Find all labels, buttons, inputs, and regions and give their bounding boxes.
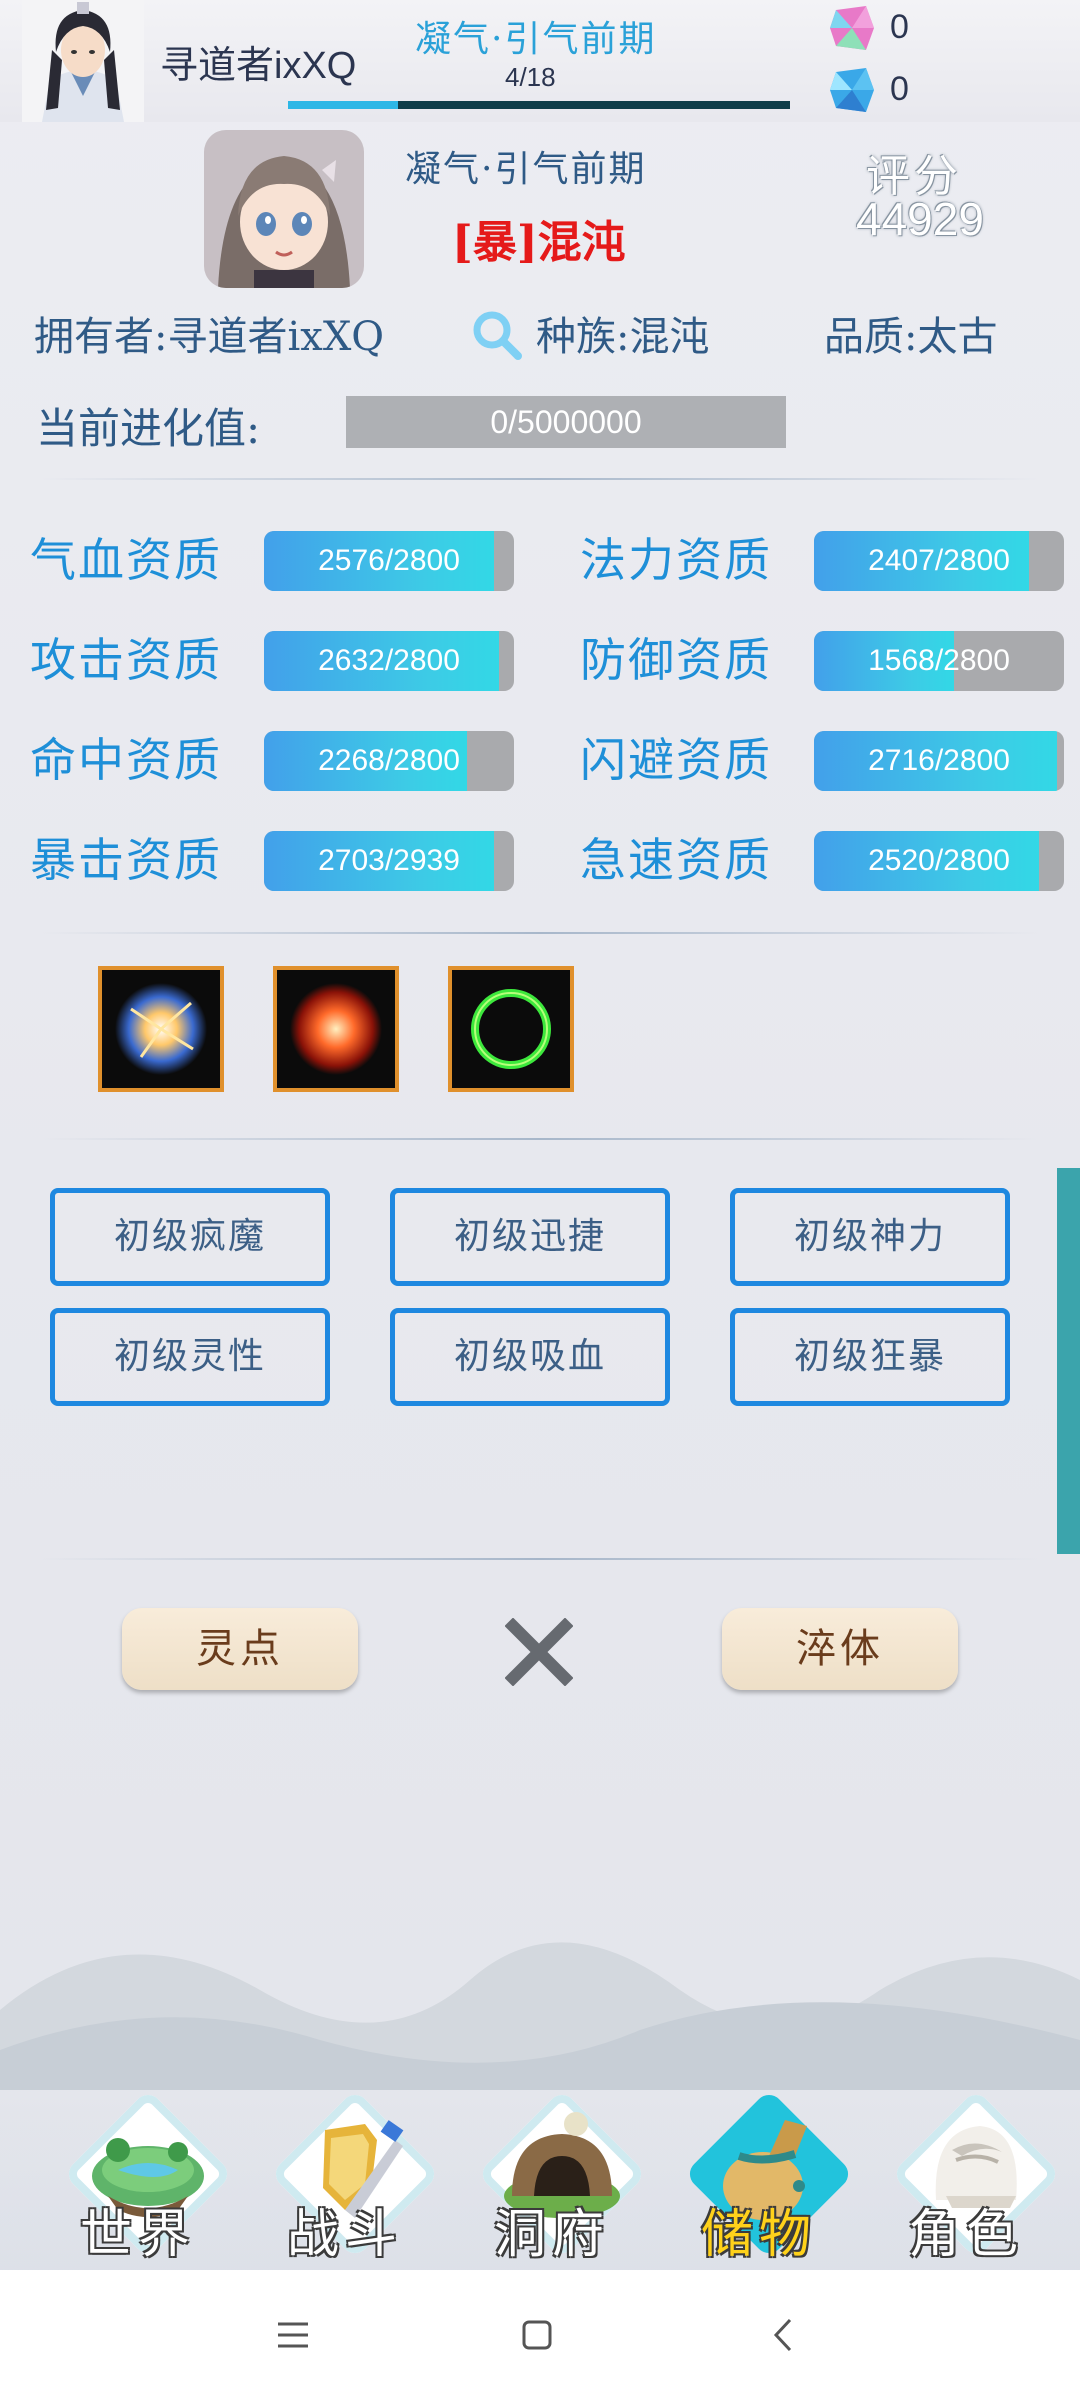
score-value: 44929 (856, 193, 984, 245)
search-icon[interactable] (470, 308, 524, 362)
stat-value-hp: 2576/2800 (318, 544, 460, 577)
player-avatar[interactable] (22, 0, 144, 122)
trait-1[interactable]: 初级疯魔 (50, 1188, 330, 1286)
energy-burst-icon (115, 983, 207, 1075)
trait-4[interactable]: 初级灵性 (50, 1308, 330, 1406)
menu-icon[interactable] (268, 2310, 318, 2360)
stat-bar-haste: 2520/2800 (814, 831, 1064, 891)
pet-name: [暴]混沌 (452, 217, 626, 268)
stat-value-crit: 2703/2939 (318, 844, 460, 877)
stat-value-defense: 1568/2800 (868, 644, 1010, 677)
stat-bar-defense: 1568/2800 (814, 631, 1064, 691)
divider (40, 1558, 1040, 1560)
stat-label-crit: 暴击资质 (30, 833, 222, 887)
mountain-background (0, 1942, 1080, 2090)
evolution-value: 0/5000000 (490, 404, 642, 440)
quality-info: 品质:太古 (824, 314, 998, 360)
nav-item-character[interactable]: 角色 (876, 2089, 1061, 2270)
owner-label: 拥有者: (34, 314, 168, 360)
close-icon[interactable] (505, 1618, 573, 1686)
player-name: 寻道者ixXQ (160, 45, 357, 87)
nav-item-world[interactable]: 世界 (48, 2089, 233, 2270)
nav-label: 世界 (79, 2205, 196, 2265)
stat-value-haste: 2520/2800 (868, 844, 1010, 877)
stat-bar-dodge: 2716/2800 (814, 731, 1064, 791)
exp-text: 4/18 (505, 62, 556, 92)
pet-portrait[interactable] (204, 130, 364, 288)
stat-value-attack: 2632/2800 (318, 644, 460, 677)
green-ring-icon (471, 989, 551, 1069)
temper-body-button[interactable]: 淬体 (722, 1608, 958, 1690)
back-icon[interactable] (760, 2310, 810, 2360)
top-status-bar: 寻道者ixXQ 凝气·引气前期 4/18 0 0 (0, 0, 1080, 122)
divider (40, 932, 1040, 934)
stat-bar-hit: 2268/2800 (264, 731, 514, 791)
scrollbar[interactable] (1057, 1168, 1080, 1554)
stat-bar-attack: 2632/2800 (264, 631, 514, 691)
nav-item-storage[interactable]: 储物 (669, 2089, 854, 2270)
stat-label-dodge: 闪避资质 (580, 733, 772, 787)
pink-gem-icon (830, 6, 874, 50)
exp-bar (288, 101, 790, 109)
owner-name: 寻道者ixXQ (167, 314, 385, 360)
system-navigation-bar (0, 2270, 1080, 2400)
player-realm: 凝气·引气前期 (415, 19, 657, 60)
pet-realm: 凝气·引气前期 (405, 149, 647, 190)
fire-orb-icon (290, 983, 382, 1075)
divider (40, 478, 1040, 480)
home-icon[interactable] (512, 2310, 562, 2360)
blue-gem-icon (830, 68, 874, 112)
exp-bar-fill (288, 101, 399, 109)
stat-bar-crit: 2703/2939 (264, 831, 514, 891)
nav-label: 洞府 (493, 2205, 610, 2265)
stat-value-dodge: 2716/2800 (868, 744, 1010, 777)
trait-5[interactable]: 初级吸血 (390, 1308, 670, 1406)
nav-item-battle[interactable]: 战斗 (255, 2089, 440, 2270)
nav-label: 储物 (700, 2205, 817, 2265)
race-info: 种族:混沌 (536, 314, 710, 360)
stat-label-hp: 气血资质 (30, 533, 222, 587)
trait-6[interactable]: 初级狂暴 (730, 1308, 1010, 1406)
evolution-label: 当前进化值: (36, 404, 261, 453)
stat-bar-mp: 2407/2800 (814, 531, 1064, 591)
skill-slot-3[interactable] (448, 966, 574, 1092)
blue-gem-count: 0 (890, 70, 909, 108)
pink-gem-count: 0 (890, 8, 909, 46)
nav-label: 角色 (907, 2205, 1024, 2265)
stat-bar-hp: 2576/2800 (264, 531, 514, 591)
skill-slot-2[interactable] (273, 966, 399, 1092)
nav-label: 战斗 (286, 2205, 403, 2265)
nav-item-cave[interactable]: 洞府 (462, 2089, 647, 2270)
trait-2[interactable]: 初级迅捷 (390, 1188, 670, 1286)
stat-label-haste: 急速资质 (580, 833, 772, 887)
skill-slot-1[interactable] (98, 966, 224, 1092)
stat-value-mp: 2407/2800 (868, 544, 1010, 577)
stat-label-hit: 命中资质 (30, 733, 222, 787)
stat-label-mp: 法力资质 (580, 533, 772, 587)
stat-label-defense: 防御资质 (580, 633, 772, 687)
stat-label-attack: 攻击资质 (30, 633, 222, 687)
evolution-bar: 0/5000000 (346, 396, 786, 448)
trait-3[interactable]: 初级神力 (730, 1188, 1010, 1286)
owner-info: 拥有者:寻道者ixXQ (34, 304, 384, 362)
spirit-points-button[interactable]: 灵点 (122, 1608, 358, 1690)
bottom-nav: 世界 战斗 洞府 储物 角色 (0, 2089, 1080, 2270)
divider (40, 1138, 1040, 1140)
stat-value-hit: 2268/2800 (318, 744, 460, 777)
